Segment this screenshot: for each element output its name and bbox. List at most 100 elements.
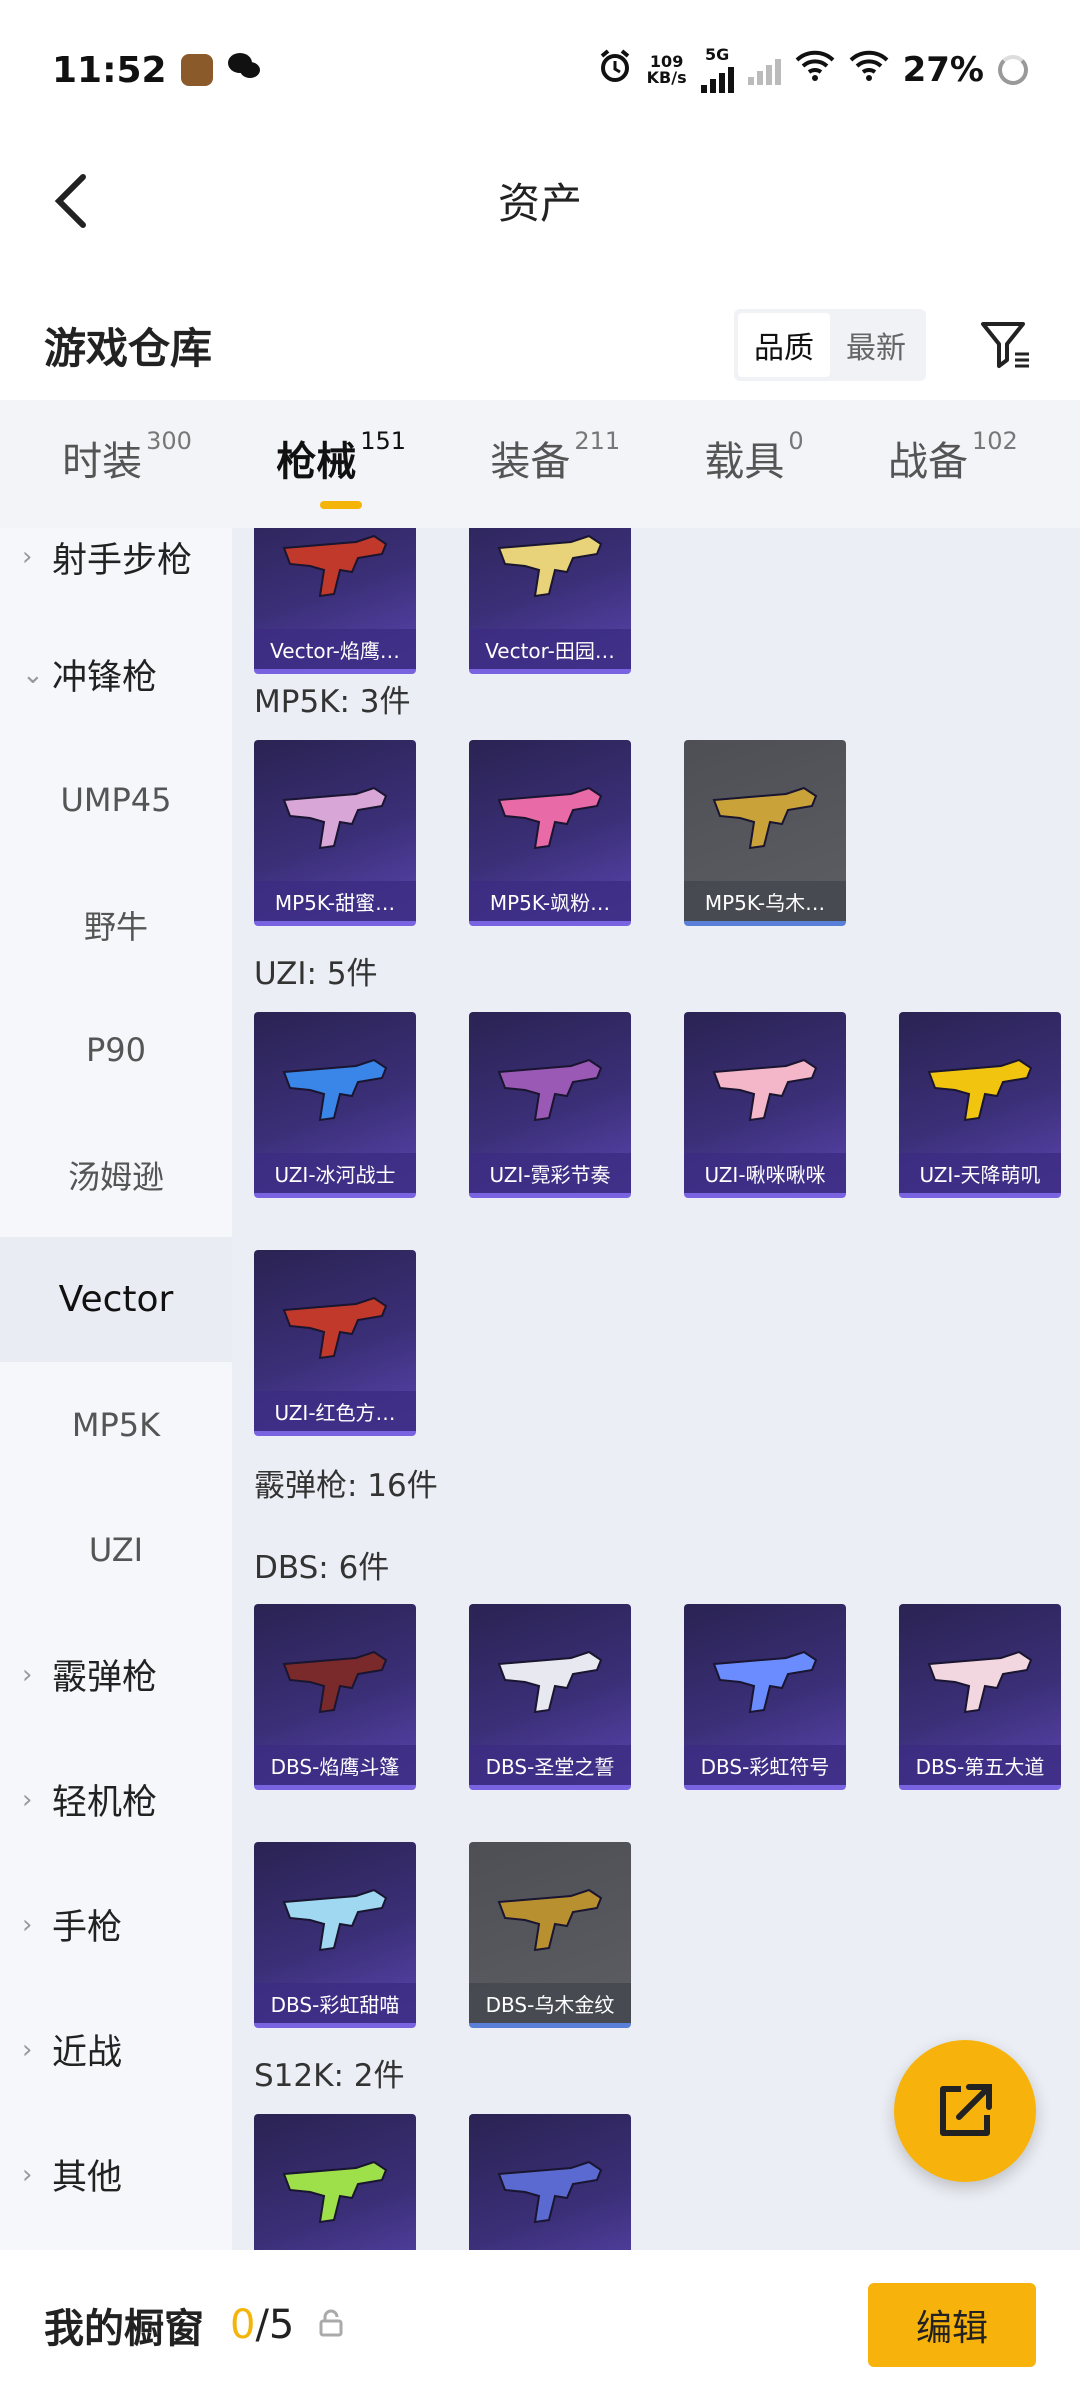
skin-card[interactable] [469,2114,631,2250]
sidebar-item-mp5k[interactable]: MP5K [0,1362,232,1487]
sidebar-item-bizon[interactable]: 野牛 [0,862,232,987]
gun-skin-icon [282,1888,388,1952]
showcase-count-current: 0 [230,2302,256,2348]
skin-card[interactable]: UZI-天降萌叽 [899,1012,1061,1198]
sidebar-item-uzi[interactable]: UZI [0,1487,232,1612]
skin-card[interactable]: DBS-焰鹰斗篷 [254,1604,416,1790]
tab-gear[interactable]: 战备 102 [887,427,1018,499]
sort-toggle: 品质 最新 [734,309,926,381]
tab-count: 102 [971,427,1018,455]
weapon-category-sidebar: › 射手步枪 ⌄ 冲锋枪 UMP45 野牛 P90 汤姆逊 Vector MP5… [0,528,232,2250]
gun-skin-icon [282,1058,388,1122]
sidebar-item-lmg[interactable]: › 轻机枪 [0,1737,232,1862]
game-app-icon [180,54,213,86]
back-button[interactable] [36,166,106,236]
showcase-label: 我的橱窗 [44,2306,204,2352]
skin-card[interactable] [254,2114,416,2250]
tab-label: 枪械 [276,439,357,485]
sidebar-item-smg[interactable]: ⌄ 冲锋枪 [0,612,232,737]
status-right: 109 KB/s 5G 27% [597,47,1028,93]
skin-card[interactable]: UZI-红色方… [254,1250,416,1436]
sidebar-item-label: 野牛 [83,907,148,946]
chevron-left-icon [54,174,86,228]
skin-card[interactable]: DBS-乌木金纹 [469,1842,631,2028]
showcase-bar: 我的橱窗 0/5 编辑 [0,2250,1080,2400]
skin-card-label: Vector-田园… [469,629,631,669]
skin-card[interactable]: UZI-啾咪啾咪 [684,1012,846,1198]
tab-count: 151 [360,427,407,455]
tab-underline [320,501,363,509]
tab-firearms[interactable]: 枪械 151 [276,427,407,509]
network-label: 5G [704,45,730,64]
sidebar-item-vector[interactable]: Vector [0,1237,232,1362]
gun-skin-icon [927,1650,1033,1714]
external-link-icon [940,2084,992,2136]
sidebar-item-marksman[interactable]: › 射手步枪 [0,532,232,582]
tab-label: 战备 [887,439,968,485]
sidebar-item-thompson[interactable]: 汤姆逊 [0,1112,232,1237]
sidebar-item-shotgun[interactable]: › 霰弹枪 [0,1612,232,1737]
sidebar-item-ump45[interactable]: UMP45 [0,737,232,862]
skin-card-label: Vector-焰鹰… [254,629,416,669]
sort-quality[interactable]: 品质 [738,313,830,377]
sidebar-item-label: MP5K [71,1405,161,1444]
sidebar-item-other[interactable]: › 其他 [0,2112,232,2237]
tab-equipment[interactable]: 装备 211 [490,427,620,499]
section-row: 游戏仓库 品质 最新 [0,290,1080,400]
group-title-dbs: DBS: 6件 [254,1550,390,1586]
chevron-right-icon: › [22,542,33,572]
skin-card[interactable]: DBS-第五大道 [899,1604,1061,1790]
tab-count: 0 [788,427,804,455]
skin-card[interactable]: MP5K-乌木… [684,740,846,926]
gun-skin-icon [712,1058,818,1122]
wifi-2-icon [849,50,889,91]
skin-card[interactable]: Vector-焰鹰… [254,528,416,674]
skin-card-label: DBS-乌木金纹 [469,1983,631,2023]
skin-card[interactable]: DBS-彩虹甜喵 [254,1842,416,2028]
header: 资产 [0,140,1080,260]
group-title-uzi: UZI: 5件 [254,956,378,992]
gun-skin-icon [712,786,818,850]
share-fab-button[interactable] [894,2040,1036,2182]
skin-card-label: UZI-天降萌叽 [899,1153,1061,1193]
alarm-icon [597,48,633,93]
chevron-down-icon: ⌄ [22,659,44,690]
sort-newest[interactable]: 最新 [830,313,922,377]
skin-card[interactable]: UZI-霓彩节奏 [469,1012,631,1198]
chevron-right-icon: › [22,2034,33,2065]
skin-card-label: DBS-第五大道 [899,1745,1061,1785]
skin-card-label: DBS-彩虹甜喵 [254,1983,416,2023]
status-bar: 11:52 109 KB/s 5G 27% [0,0,1080,140]
gun-skin-icon [712,1650,818,1714]
gun-skin-icon [497,1650,603,1714]
skin-card[interactable]: DBS-彩虹符号 [684,1604,846,1790]
sidebar-item-label: 射手步枪 [52,540,193,581]
skin-card-label: UZI-啾咪啾咪 [684,1153,846,1193]
net-speed: 109 KB/s [647,54,687,86]
skin-card[interactable]: MP5K-甜蜜… [254,740,416,926]
gun-skin-icon [927,1058,1033,1122]
sidebar-item-p90[interactable]: P90 [0,987,232,1112]
showcase-count-total: /5 [255,2302,295,2348]
edit-button[interactable]: 编辑 [868,2283,1036,2367]
wifi-icon [795,50,835,91]
filter-button[interactable] [976,315,1036,375]
sidebar-item-label: UZI [88,1530,144,1569]
gun-skin-icon [497,1888,603,1952]
tab-fashion[interactable]: 时装 300 [62,427,192,499]
net-speed-unit: KB/s [646,68,687,87]
tab-vehicles[interactable]: 载具 0 [704,427,804,499]
skin-card[interactable]: UZI-冰河战士 [254,1012,416,1198]
sidebar-item-melee[interactable]: › 近战 [0,1987,232,2112]
chevron-right-icon: › [22,1784,33,1815]
tab-label: 载具 [704,439,785,485]
skin-card-label: MP5K-飒粉… [469,881,631,921]
sidebar-item-label: 近战 [52,2033,123,2073]
skin-card[interactable]: MP5K-飒粉… [469,740,631,926]
skin-card[interactable]: Vector-田园… [469,528,631,674]
sidebar-item-pistol[interactable]: › 手枪 [0,1862,232,1987]
signal-bars-icon [700,63,734,93]
skin-card[interactable]: DBS-圣堂之誓 [469,1604,631,1790]
sidebar-item-label: 冲锋枪 [52,658,158,698]
filter-icon [981,322,1029,368]
